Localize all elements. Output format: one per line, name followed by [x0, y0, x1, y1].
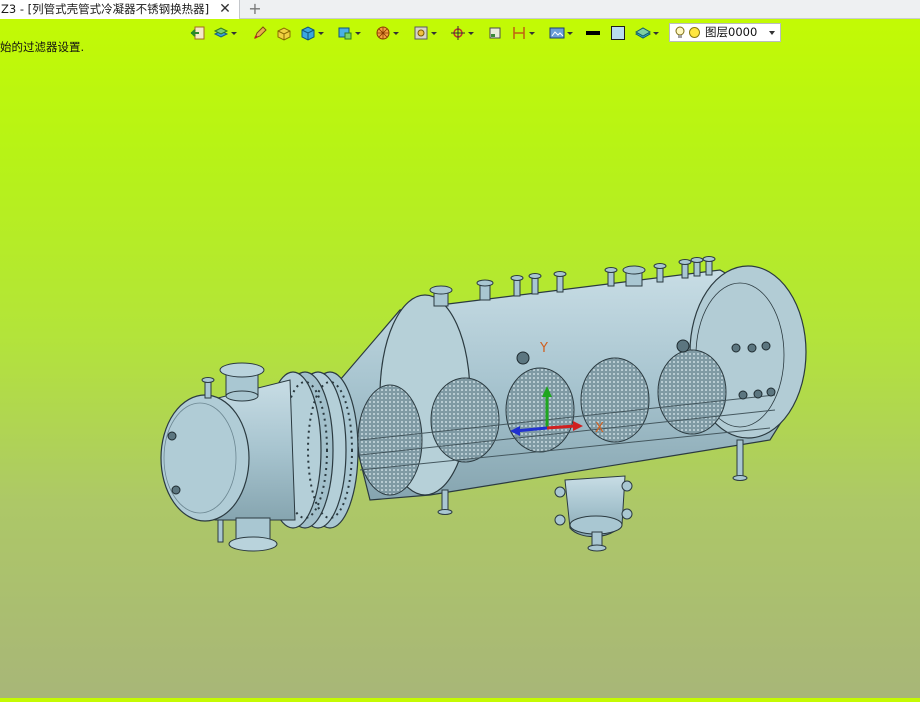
frame-display-button[interactable]: [413, 24, 437, 42]
bottom-sump: [554, 475, 633, 552]
document-tab[interactable]: Z3 - [列管式壳管式冷凝器不锈钢换热器] ✕: [0, 0, 240, 19]
crosshair-locate-icon: [451, 26, 465, 40]
layers-stack-icon: [213, 27, 229, 38]
view-box-icon: [338, 27, 352, 40]
display-mode-icon: [549, 27, 565, 39]
layer-name: 图层0000: [705, 25, 758, 39]
chevron-down-icon: [529, 31, 535, 35]
layers-stack-button[interactable]: [213, 24, 237, 42]
color-swatch-icon: [611, 26, 625, 40]
front-channel: [160, 362, 296, 552]
layer-select[interactable]: 图层0000: [669, 23, 781, 42]
chevron-down-icon: [468, 31, 474, 35]
crosshair-locate-button[interactable]: [450, 24, 474, 42]
layer-plane-icon: [635, 27, 651, 39]
line-weight-button[interactable]: [585, 24, 601, 42]
dimension-bracket-icon: [513, 27, 525, 39]
heat-exchanger-model[interactable]: X Y: [0, 50, 920, 698]
square-select-button[interactable]: [487, 24, 503, 42]
layer-status-icon: [689, 27, 700, 38]
pen-sketch-button[interactable]: [252, 24, 268, 42]
axis-x-label: X: [595, 421, 604, 436]
line-weight-icon: [586, 31, 600, 35]
model-viewport[interactable]: X Y: [0, 50, 920, 698]
exit-sketch-button[interactable]: [190, 24, 206, 42]
color-swatch-button[interactable]: [610, 24, 626, 42]
document-tab-title: Z3 - [列管式壳管式冷凝器不锈钢换热器]: [1, 2, 210, 16]
chevron-down-icon: [567, 31, 573, 35]
new-tab-button[interactable]: +: [247, 0, 263, 19]
lightbulb-icon: [675, 26, 685, 38]
cube-shaded-button[interactable]: [300, 24, 324, 42]
view-toolbar: 图层0000: [186, 22, 786, 44]
render-sphere-button[interactable]: [375, 24, 399, 42]
view-box-button[interactable]: [337, 24, 361, 42]
chevron-down-icon: [653, 31, 659, 35]
close-icon[interactable]: ✕: [218, 0, 232, 19]
solid-block-icon: [277, 27, 291, 41]
cube-shaded-icon: [301, 26, 315, 41]
chevron-down-icon: [393, 31, 399, 35]
pen-sketch-icon: [254, 26, 267, 39]
chevron-down-icon: [431, 31, 437, 35]
chevron-down-icon: [355, 31, 361, 35]
square-select-icon: [489, 27, 501, 39]
axis-y-label: Y: [539, 341, 548, 356]
solid-block-button[interactable]: [276, 24, 292, 42]
render-sphere-icon: [376, 26, 390, 40]
dimension-bracket-button[interactable]: [511, 24, 535, 42]
layer-plane-button[interactable]: [635, 24, 659, 42]
frame-display-icon: [414, 26, 428, 40]
chevron-down-icon: [769, 31, 775, 35]
display-mode-button[interactable]: [549, 24, 573, 42]
tab-bar: Z3 - [列管式壳管式冷凝器不锈钢换热器] ✕ +: [0, 0, 920, 19]
chevron-down-icon: [231, 31, 237, 35]
exit-sketch-icon: [190, 26, 205, 40]
chevron-down-icon: [318, 31, 324, 35]
